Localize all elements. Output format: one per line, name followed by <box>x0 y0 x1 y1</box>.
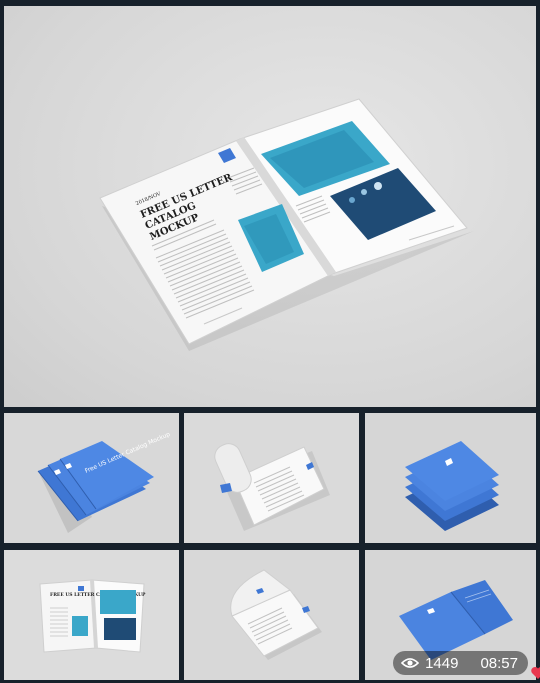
thumbnail-4[interactable]: FREE US LETTER CATALOG MOCKUP <box>4 550 179 680</box>
view-count: 1449 <box>425 654 459 672</box>
thumbnail-5[interactable] <box>184 550 359 680</box>
message-time: 08:57 <box>480 654 518 672</box>
thumbnail-3[interactable] <box>365 413 536 543</box>
thumbnail-6[interactable]: 1449 08:57 <box>365 550 536 680</box>
eye-icon <box>401 658 420 668</box>
thumbnail-1[interactable]: Free US Letter Catalog Mockup <box>4 413 179 543</box>
heart-reaction-icon[interactable] <box>530 665 540 681</box>
thumbnail-2[interactable] <box>184 413 359 543</box>
view-stats-badge: 1449 08:57 <box>393 651 528 675</box>
hero-mockup-image[interactable]: 2018/NOV FREE US LETTER CATALOG MOCKUP <box>4 6 536 407</box>
